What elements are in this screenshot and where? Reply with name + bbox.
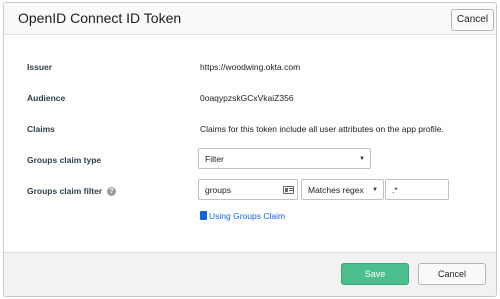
contact-card-icon <box>283 186 294 194</box>
dialog-title: OpenID Connect ID Token <box>18 10 182 26</box>
book-icon <box>200 211 207 220</box>
issuer-label: Issuer <box>27 62 53 72</box>
using-groups-claim-text: Using Groups Claim <box>209 211 286 221</box>
caret-down-icon: ▼ <box>372 187 378 193</box>
save-button[interactable]: Save <box>341 263 409 285</box>
header-cancel-button[interactable]: Cancel <box>451 9 494 31</box>
dialog-footer: Save Cancel <box>4 252 496 296</box>
audience-value: 0oaqypzskGCxVkaiZ356 <box>200 93 294 103</box>
using-groups-claim-link[interactable]: Using Groups Claim <box>200 211 285 221</box>
openid-token-dialog: OpenID Connect ID Token Cancel Issuer ht… <box>3 2 497 297</box>
filter-operator-selected: Matches regex <box>308 185 364 195</box>
claims-value: Claims for this token include all user a… <box>200 124 444 134</box>
dialog-header: OpenID Connect ID Token Cancel <box>4 3 496 35</box>
claims-label: Claims <box>27 124 55 134</box>
caret-down-icon: ▼ <box>359 156 365 162</box>
filter-operator-select[interactable]: Matches regex ▼ <box>301 179 384 200</box>
filter-regex-input[interactable]: .* <box>385 179 449 200</box>
cancel-button[interactable]: Cancel <box>418 263 486 285</box>
groups-claim-type-select[interactable]: Filter ▼ <box>198 148 371 169</box>
groups-name-input[interactable]: groups <box>198 179 298 200</box>
question-circle-icon[interactable]: ? <box>107 187 116 196</box>
groups-claim-type-selected: Filter <box>205 154 224 164</box>
audience-label: Audience <box>27 93 66 103</box>
groups-claim-filter-label: Groups claim filter <box>27 186 103 196</box>
groups-name-value: groups <box>205 185 231 195</box>
filter-regex-value: .* <box>392 185 398 195</box>
groups-claim-type-label: Groups claim type <box>27 155 102 165</box>
issuer-value: https://woodwing.okta.com <box>200 62 301 72</box>
